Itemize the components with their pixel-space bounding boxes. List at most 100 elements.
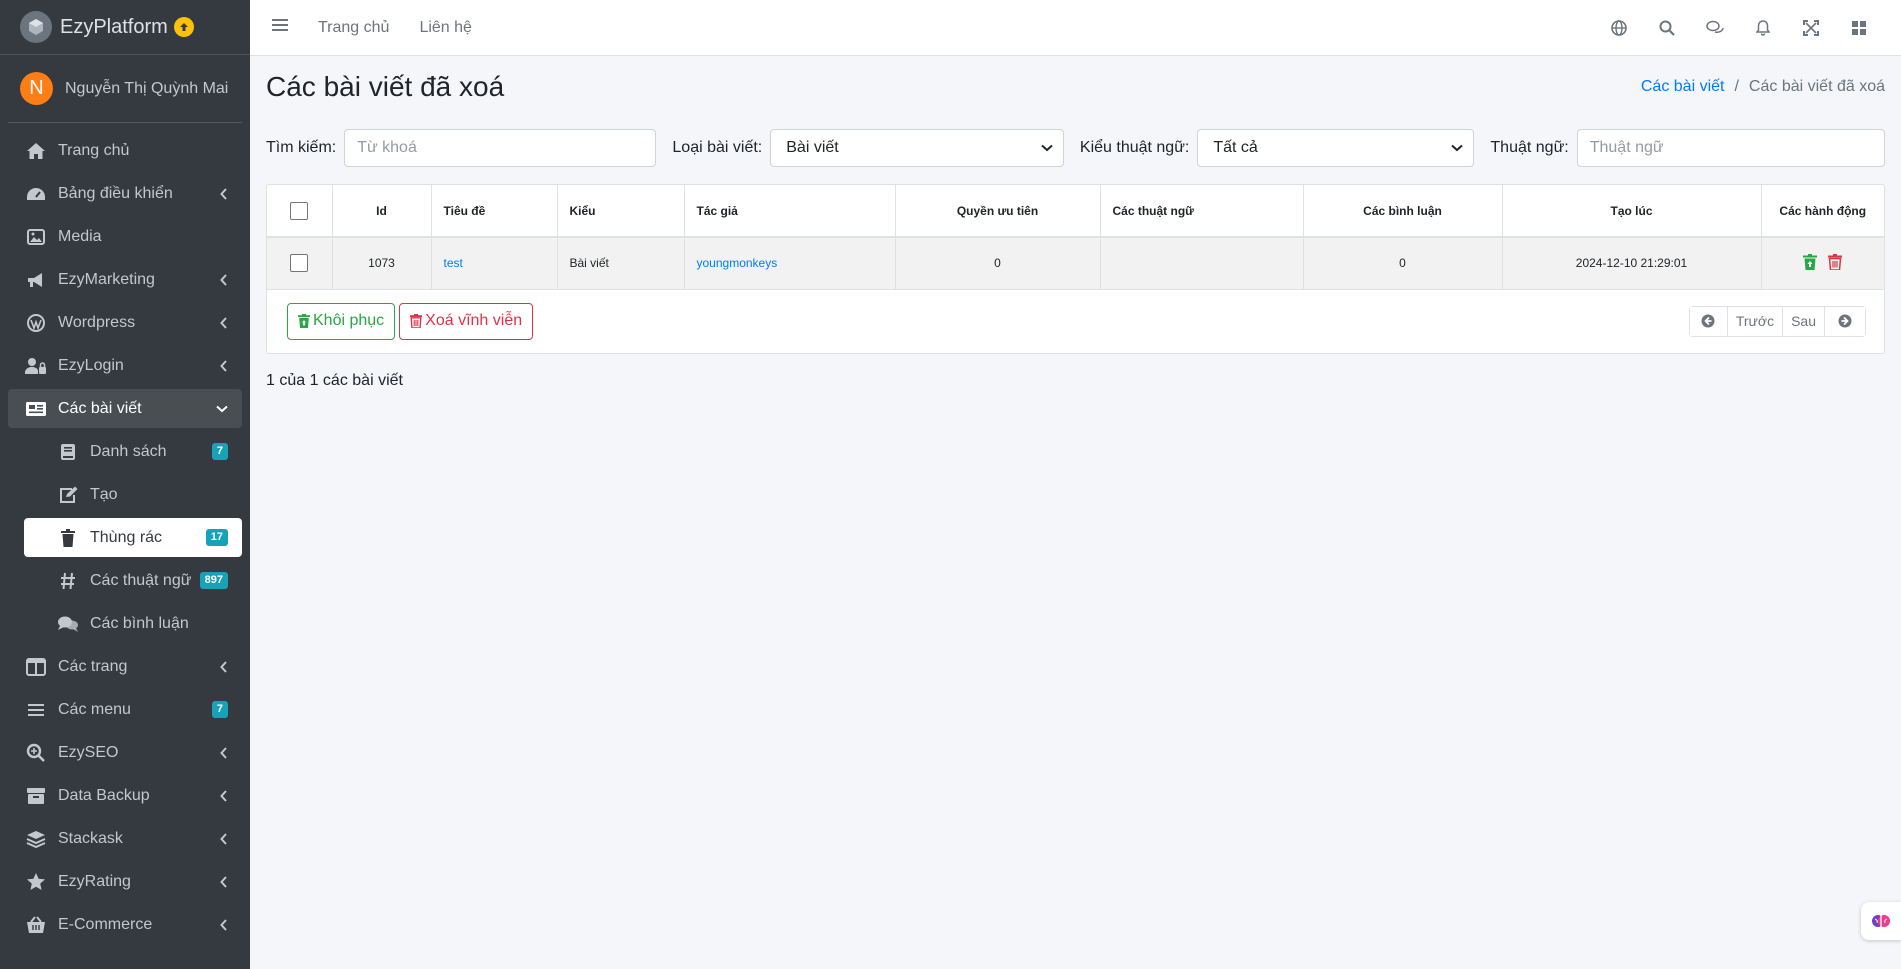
select-all-header [267, 185, 333, 238]
apps-grid-icon[interactable] [1835, 20, 1883, 36]
column-header-comments[interactable]: Các bình luận [1303, 185, 1503, 238]
nav-link-contact[interactable]: Liên hệ [419, 19, 472, 37]
sidebar-item-stackask[interactable]: Stackask [8, 819, 242, 858]
restore-button[interactable]: Khôi phục [287, 302, 396, 340]
next-page-button[interactable]: Sau [1783, 306, 1825, 336]
user-panel[interactable]: N Nguyễn Thị Quỳnh Mai [8, 55, 242, 123]
trash-icon [56, 528, 80, 548]
cell-title: test [431, 237, 558, 290]
hamburger-menu-icon[interactable] [272, 18, 288, 37]
pagination: Trước Sau [1688, 305, 1866, 337]
brand[interactable]: EzyPlatform [0, 0, 250, 55]
hashtag-icon [56, 571, 80, 591]
chevron-left-icon [220, 273, 228, 286]
term-input[interactable]: Thuật ngữ [1576, 129, 1885, 167]
count-badge: 897 [199, 572, 228, 589]
author-link[interactable]: youngmonkeys [697, 256, 778, 270]
delete-forever-icon[interactable] [1828, 253, 1843, 273]
prev-page-button[interactable]: Trước [1727, 306, 1784, 336]
star-icon [24, 872, 48, 892]
nav-link-home[interactable]: Trang chủ [318, 19, 389, 37]
posts-table-card: Id Tiêu đề Kiểu Tác giả Quyền ưu tiên Cá… [266, 184, 1885, 354]
term-label: Thuật ngữ: [1490, 139, 1569, 156]
sidebar-item-label: Wordpress [58, 313, 136, 331]
column-header-actions: Các hành động [1761, 185, 1884, 238]
sidebar-item-ezymarketing[interactable]: EzyMarketing [8, 260, 242, 299]
count-badge: 7 [211, 443, 228, 460]
chevron-down-icon [1041, 139, 1053, 157]
sidebar-item-label: Các thuật ngữ [90, 571, 192, 589]
column-header-type[interactable]: Kiểu [557, 185, 685, 238]
next-arrow-icon[interactable] [1825, 306, 1865, 336]
globe-icon[interactable] [1595, 19, 1643, 36]
restore-icon[interactable] [1803, 253, 1818, 273]
delete-forever-button[interactable]: Xoá vĩnh viễn [399, 302, 534, 340]
sidebar-item-label: Trang chủ [58, 141, 130, 159]
messages-icon[interactable] [1691, 20, 1739, 36]
sidebar-item-label: EzyLogin [58, 356, 124, 374]
row-checkbox[interactable] [290, 254, 309, 273]
filter-bar: Tìm kiếm: Từ khoá Loại bài viết: Bài viế… [266, 128, 1885, 168]
sidebar-item-home[interactable]: Trang chủ [8, 131, 242, 170]
user-name[interactable]: Nguyễn Thị Quỳnh Mai [65, 80, 228, 98]
select-all-checkbox[interactable] [290, 201, 309, 220]
sidebar-item-wordpress[interactable]: Wordpress [8, 303, 242, 342]
column-header-created[interactable]: Tạo lúc [1502, 185, 1762, 238]
sidebar-item-post-list[interactable]: Danh sách 7 [24, 432, 242, 471]
column-header-title[interactable]: Tiêu đề [431, 185, 558, 238]
sidebar-item-media[interactable]: Media [8, 217, 242, 256]
chevron-left-icon [220, 918, 228, 931]
chevron-left-icon [220, 316, 228, 329]
chevron-down-icon [1451, 139, 1464, 157]
post-type-label: Loại bài viết: [672, 139, 763, 156]
sidebar-item-label: Các bài viết [58, 399, 142, 417]
sidebar-item-label: Tạo [90, 485, 118, 503]
sidebar-item-pages[interactable]: Các trang [8, 647, 242, 686]
deleted-posts-table: Id Tiêu đề Kiểu Tác giả Quyền ưu tiên Cá… [267, 185, 1884, 290]
column-header-terms[interactable]: Các thuật ngữ [1100, 185, 1304, 238]
comments-icon [56, 614, 80, 634]
column-header-id[interactable]: Id [332, 185, 432, 238]
search-input[interactable]: Từ khoá [344, 129, 657, 167]
sidebar-item-data-backup[interactable]: Data Backup [8, 776, 242, 815]
sidebar-item-ecommerce[interactable]: E-Commerce [8, 905, 242, 944]
page-header: Các bài viết đã xoá Các bài viết / Các b… [266, 56, 1885, 118]
wordpress-icon [24, 313, 48, 333]
sidebar-item-ezylogin[interactable]: EzyLogin [8, 346, 242, 385]
prev-arrow-icon[interactable] [1689, 306, 1728, 336]
row-checkbox-cell [267, 237, 333, 290]
card-footer: Khôi phục Xoá vĩnh viễn Trước Sau [267, 290, 1884, 340]
post-type-value: Bài viết [786, 139, 839, 156]
table-row: 1073 test Bài viết youngmonkeys 0 0 2024… [267, 237, 1884, 290]
sidebar-item-ezyrating[interactable]: EzyRating [8, 862, 242, 901]
sidebar-item-create[interactable]: Tạo [24, 475, 242, 514]
chevron-left-icon [220, 746, 228, 759]
sidebar-item-ezyseo[interactable]: EzySEO [8, 733, 242, 772]
layers-icon [24, 829, 48, 849]
sidebar-item-label: Bảng điều khiển [58, 184, 173, 202]
post-title-link[interactable]: test [444, 256, 463, 270]
trash-icon [410, 314, 423, 328]
count-badge: 7 [211, 701, 228, 718]
sidebar-item-trash[interactable]: Thùng rác 17 [24, 518, 242, 557]
sidebar-item-terms[interactable]: Các thuật ngữ 897 [24, 561, 242, 600]
fullscreen-icon[interactable] [1787, 19, 1835, 36]
sidebar-item-dashboard[interactable]: Bảng điều khiển [8, 174, 242, 213]
column-header-priority[interactable]: Quyền ưu tiên [895, 185, 1101, 238]
breadcrumb-link-posts[interactable]: Các bài viết [1641, 78, 1725, 96]
sidebar-item-posts[interactable]: Các bài viết [8, 389, 242, 428]
chevron-left-icon [220, 359, 228, 372]
upgrade-icon[interactable] [173, 17, 194, 37]
post-type-select[interactable]: Bài viết [770, 129, 1064, 167]
sidebar-item-menus[interactable]: Các menu 7 [8, 690, 242, 729]
bell-icon[interactable] [1739, 19, 1787, 36]
sidebar-item-label: E-Commerce [58, 915, 153, 933]
column-header-author[interactable]: Tác giả [684, 185, 896, 238]
search-icon[interactable] [1643, 20, 1691, 36]
term-type-select[interactable]: Tất cả [1197, 129, 1475, 167]
bullhorn-icon [24, 270, 48, 290]
sidebar-item-comments[interactable]: Các bình luận [24, 604, 242, 643]
delete-forever-button-label: Xoá vĩnh viễn [425, 312, 523, 329]
brain-widget-icon[interactable] [1861, 902, 1901, 940]
dashboard-icon [24, 184, 48, 204]
